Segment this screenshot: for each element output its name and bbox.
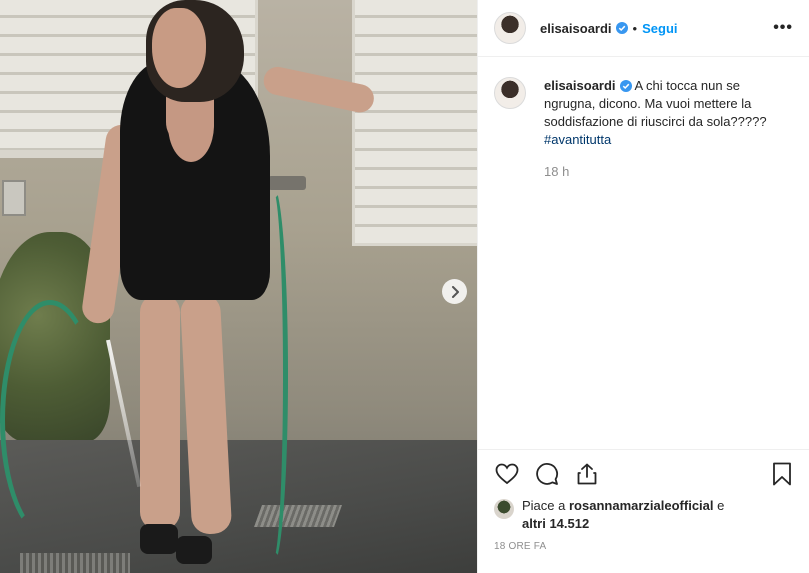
follow-button[interactable]: Segui [642, 21, 677, 36]
verified-badge-icon [615, 22, 628, 34]
comment-icon [536, 462, 558, 485]
username-link[interactable]: elisaisoardi [540, 21, 612, 36]
next-photo-button[interactable] [442, 279, 467, 304]
person-shoe [176, 536, 212, 564]
hashtag-link[interactable]: #avantitutta [544, 132, 611, 147]
wall-box [2, 180, 26, 216]
likes-conjunction: e [717, 498, 725, 513]
heart-icon [495, 463, 519, 484]
drain-grate [20, 553, 130, 573]
verified-badge-icon [619, 80, 632, 92]
post-photo[interactable] [0, 0, 477, 573]
share-button[interactable] [574, 461, 600, 487]
save-button[interactable] [769, 461, 795, 487]
person-shoe [140, 524, 178, 554]
more-options-button[interactable]: ••• [773, 19, 793, 37]
likes-prefix: Piace a [522, 498, 566, 513]
liker-avatar[interactable] [494, 499, 514, 519]
action-bar [478, 449, 809, 497]
avatar[interactable] [494, 12, 526, 44]
garden-hose [0, 300, 100, 540]
instagram-post: elisaisoardi • Segui ••• elisaisoardi A … [0, 0, 809, 573]
window-shutter [352, 0, 477, 246]
comment-button[interactable] [534, 461, 560, 487]
like-button[interactable] [494, 461, 520, 487]
likes-count-link[interactable]: altri 14.512 [522, 516, 589, 531]
share-icon [577, 463, 597, 484]
likes-text: Piace a rosannamarzialeofficial e altri … [522, 497, 724, 533]
person-face [152, 8, 206, 88]
post-sidebar: elisaisoardi • Segui ••• elisaisoardi A … [477, 0, 809, 573]
likes-summary: Piace a rosannamarzialeofficial e altri … [478, 497, 809, 533]
caption: elisaisoardi A chi tocca nun se ngrugna,… [494, 77, 793, 181]
caption-time: 18 h [544, 164, 570, 179]
caption-body: elisaisoardi A chi tocca nun se ngrugna,… [544, 77, 780, 181]
comments-section: elisaisoardi A chi tocca nun se ngrugna,… [478, 57, 809, 449]
chevron-right-icon [451, 285, 459, 298]
liker-username[interactable]: rosannamarzialeofficial [569, 498, 714, 513]
separator-dot: • [632, 20, 638, 36]
person-leg [140, 294, 180, 530]
post-timestamp[interactable]: 18 ORE FA [478, 533, 809, 573]
avatar[interactable] [494, 77, 526, 109]
bookmark-icon [773, 462, 791, 485]
post-header: elisaisoardi • Segui ••• [478, 0, 809, 57]
caption-username[interactable]: elisaisoardi [544, 78, 616, 93]
